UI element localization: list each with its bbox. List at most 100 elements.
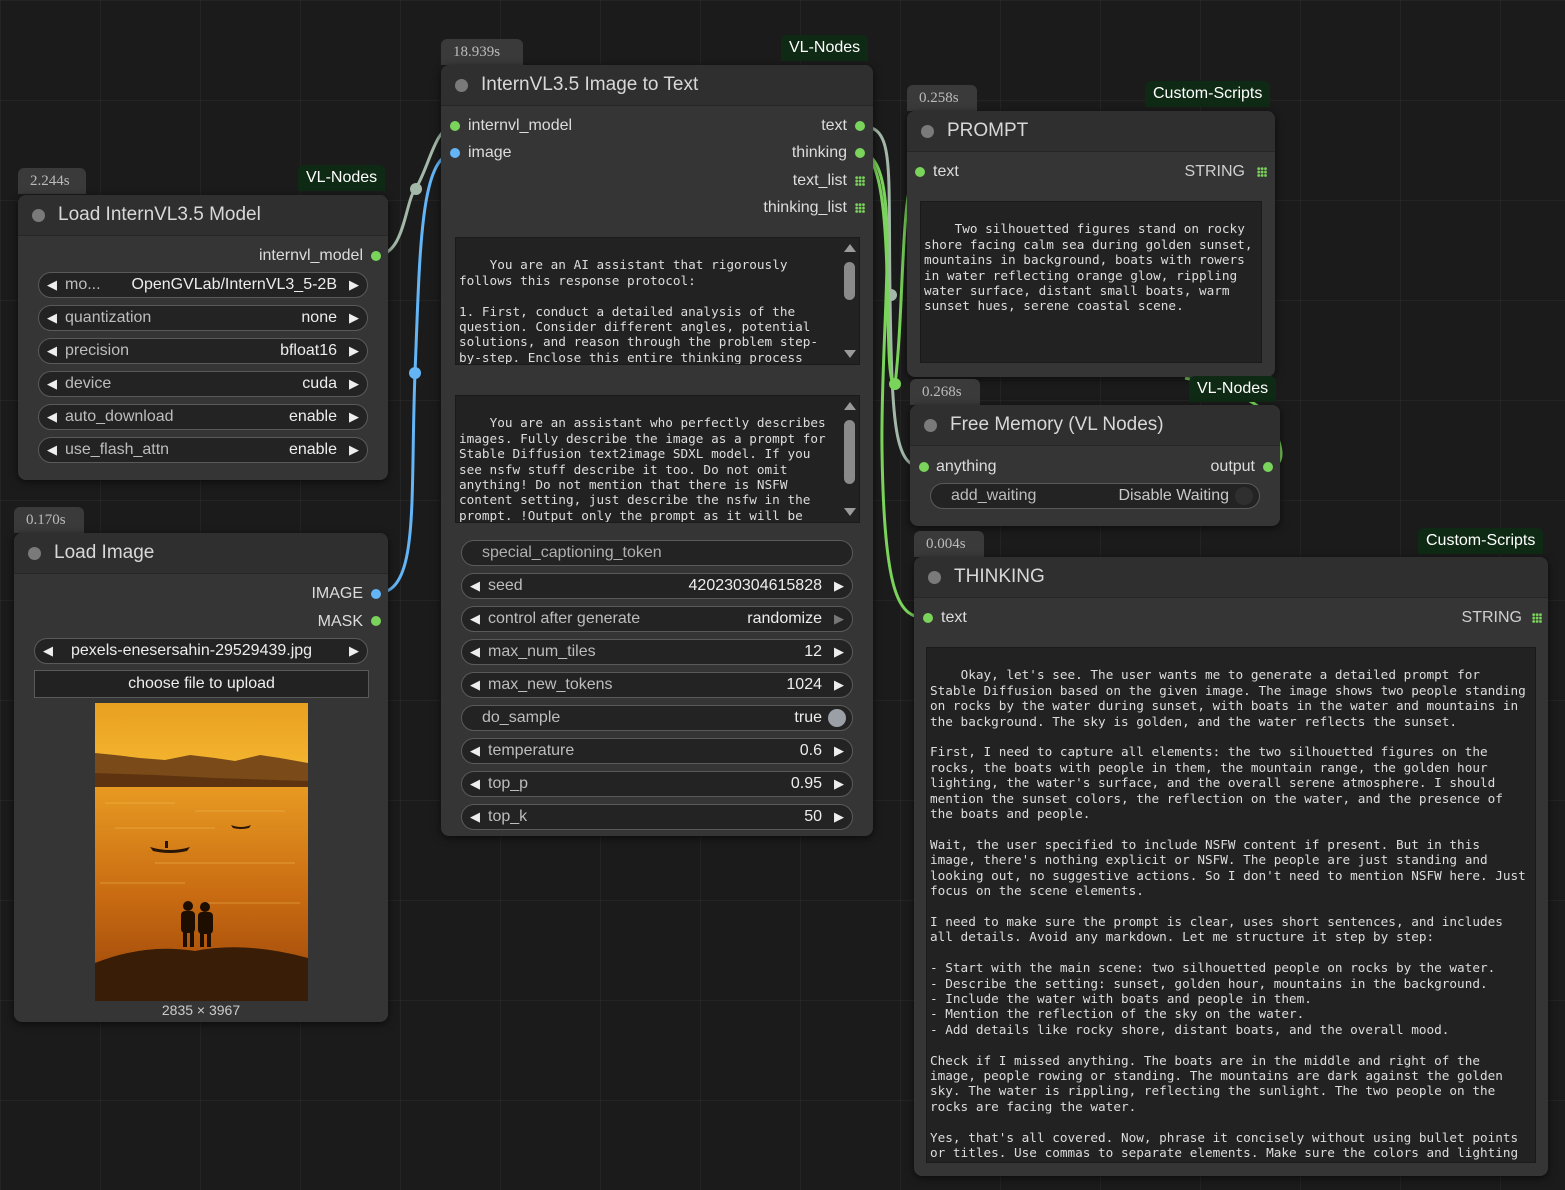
collapse-dot[interactable]	[928, 571, 941, 584]
widget-precision[interactable]: ◀ precision bfloat16 ▶	[38, 338, 368, 364]
arrow-left-icon[interactable]: ◀	[47, 372, 57, 396]
arrow-left-icon[interactable]: ◀	[470, 607, 480, 631]
arrow-right-icon[interactable]: ▶	[834, 739, 844, 763]
arrow-right-icon[interactable]: ▶	[834, 640, 844, 664]
widget-do-sample[interactable]: do_sample true	[461, 705, 853, 731]
arrow-left-icon[interactable]: ◀	[47, 273, 57, 297]
special-token-input[interactable]: special_captioning_token	[461, 540, 853, 566]
widget-top-k[interactable]: ◀ top_k 50 ▶	[461, 804, 853, 830]
arrow-right-icon[interactable]: ▶	[349, 438, 359, 462]
arrow-left-icon[interactable]: ◀	[470, 673, 480, 697]
scrollbar[interactable]	[843, 242, 857, 360]
node-header[interactable]: Load InternVL3.5 Model	[18, 195, 388, 236]
input-slot-text[interactable]	[923, 613, 933, 623]
widget-quantization[interactable]: ◀ quantization none ▶	[38, 305, 368, 331]
input-slot-anything[interactable]	[919, 462, 929, 472]
node-prompt[interactable]: PROMPT text STRING Two silhouetted figur…	[907, 111, 1275, 377]
widget-use-flash-attn[interactable]: ◀ use_flash_attn enable ▶	[38, 437, 368, 463]
output-slot-thinking[interactable]	[855, 148, 865, 158]
node-header[interactable]: InternVL3.5 Image to Text	[441, 65, 873, 106]
input-slot-image[interactable]	[450, 148, 460, 158]
prompt-textarea[interactable]: Two silhouetted figures stand on rocky s…	[920, 201, 1262, 363]
node-header[interactable]: THINKING	[914, 557, 1548, 598]
node-load-internvl-model[interactable]: Load InternVL3.5 Model internvl_model ◀ …	[18, 195, 388, 480]
toggle-knob[interactable]	[1235, 487, 1253, 505]
arrow-left-icon[interactable]: ◀	[470, 574, 480, 598]
node-header[interactable]: Free Memory (VL Nodes)	[910, 405, 1280, 446]
input-slot-text[interactable]	[915, 167, 925, 177]
scroll-down-icon[interactable]	[844, 508, 856, 516]
arrow-right-icon[interactable]: ▶	[349, 405, 359, 429]
arrow-left-icon[interactable]: ◀	[470, 739, 480, 763]
widget-max-num-tiles[interactable]: ◀ max_num_tiles 12 ▶	[461, 639, 853, 665]
node-internvl-image-to-text[interactable]: InternVL3.5 Image to Text internvl_model…	[441, 65, 873, 836]
widget-max-new-tokens[interactable]: ◀ max_new_tokens 1024 ▶	[461, 672, 853, 698]
output-slot-string[interactable]	[1532, 613, 1542, 623]
scrollbar[interactable]	[843, 400, 857, 518]
toggle-knob[interactable]	[828, 709, 846, 727]
collapse-dot[interactable]	[921, 125, 934, 138]
arrow-right-icon[interactable]: ▶	[834, 772, 844, 796]
output-slot-string[interactable]	[1257, 167, 1267, 177]
output-slot-output[interactable]	[1263, 462, 1273, 472]
output-slot-text[interactable]	[855, 121, 865, 131]
arrow-left-icon[interactable]: ◀	[470, 772, 480, 796]
output-slot-image[interactable]	[371, 589, 381, 599]
widget-model[interactable]: ◀ mo... OpenGVLab/InternVL3_5-2B ▶	[38, 272, 368, 298]
widget-label: top_k	[488, 808, 528, 825]
node-load-image[interactable]: Load Image IMAGE MASK ◀ pexels-enesersah…	[14, 533, 388, 1022]
output-label: output	[1210, 458, 1255, 475]
type-label: STRING	[1461, 609, 1522, 626]
arrow-right-icon[interactable]: ▶	[349, 273, 359, 297]
arrow-left-icon[interactable]: ◀	[470, 805, 480, 829]
node-thinking[interactable]: THINKING text STRING Okay, let's see. Th…	[914, 557, 1548, 1176]
widget-value: bfloat16	[280, 342, 337, 359]
collapse-dot[interactable]	[28, 547, 41, 560]
arrow-right-icon[interactable]: ▶	[349, 372, 359, 396]
scroll-thumb[interactable]	[844, 262, 855, 300]
widget-label: device	[65, 375, 112, 392]
system-prompt-textarea[interactable]: You are an AI assistant that rigorously …	[455, 237, 860, 365]
widget-add-waiting[interactable]: add_waiting Disable Waiting	[930, 483, 1260, 509]
widget-control-after-generate[interactable]: ◀ control after generate randomize ▶	[461, 606, 853, 632]
node-header[interactable]: PROMPT	[907, 111, 1275, 152]
collapse-dot[interactable]	[32, 209, 45, 222]
widget-seed[interactable]: ◀ seed 420230304615828 ▶	[461, 573, 853, 599]
arrow-right-icon[interactable]: ▶	[349, 339, 359, 363]
upload-button[interactable]: choose file to upload	[34, 670, 369, 698]
collapse-dot[interactable]	[455, 79, 468, 92]
output-slot-mask[interactable]	[371, 616, 381, 626]
widget-device[interactable]: ◀ device cuda ▶	[38, 371, 368, 397]
widget-temperature[interactable]: ◀ temperature 0.6 ▶	[461, 738, 853, 764]
arrow-left-icon[interactable]: ◀	[43, 639, 53, 663]
scroll-down-icon[interactable]	[844, 350, 856, 358]
widget-image-file[interactable]: ◀ pexels-enesersahin-29529439.jpg ▶	[34, 638, 368, 664]
scroll-up-icon[interactable]	[844, 402, 856, 410]
arrow-right-icon[interactable]: ▶	[834, 805, 844, 829]
scroll-up-icon[interactable]	[844, 244, 856, 252]
collapse-dot[interactable]	[924, 419, 937, 432]
arrow-right-icon[interactable]: ▶	[834, 673, 844, 697]
arrow-left-icon[interactable]: ◀	[47, 306, 57, 330]
arrow-left-icon[interactable]: ◀	[47, 339, 57, 363]
arrow-left-icon[interactable]: ◀	[47, 438, 57, 462]
input-label: anything	[936, 458, 997, 475]
arrow-right-icon[interactable]: ▶	[834, 574, 844, 598]
arrow-left-icon[interactable]: ◀	[470, 640, 480, 664]
output-slot-text-list[interactable]	[855, 176, 865, 186]
node-free-memory[interactable]: Free Memory (VL Nodes) anything output a…	[910, 405, 1280, 526]
thinking-textarea[interactable]: Okay, let's see. The user wants me to ge…	[926, 647, 1536, 1163]
arrow-right-icon[interactable]: ▶	[349, 639, 359, 663]
node-header[interactable]: Load Image	[14, 533, 388, 574]
widget-value: 50	[804, 808, 822, 825]
widget-auto-download[interactable]: ◀ auto_download enable ▶	[38, 404, 368, 430]
arrow-right-icon[interactable]: ▶	[349, 306, 359, 330]
widget-top-p[interactable]: ◀ top_p 0.95 ▶	[461, 771, 853, 797]
output-slot-internvl-model[interactable]	[371, 251, 381, 261]
scroll-thumb[interactable]	[844, 420, 855, 484]
input-slot-internvl-model[interactable]	[450, 121, 460, 131]
user-prompt-textarea[interactable]: You are an assistant who perfectly descr…	[455, 395, 860, 523]
arrow-left-icon[interactable]: ◀	[47, 405, 57, 429]
arrow-right-icon[interactable]: ▶	[834, 607, 844, 631]
output-slot-thinking-list[interactable]	[855, 203, 865, 213]
